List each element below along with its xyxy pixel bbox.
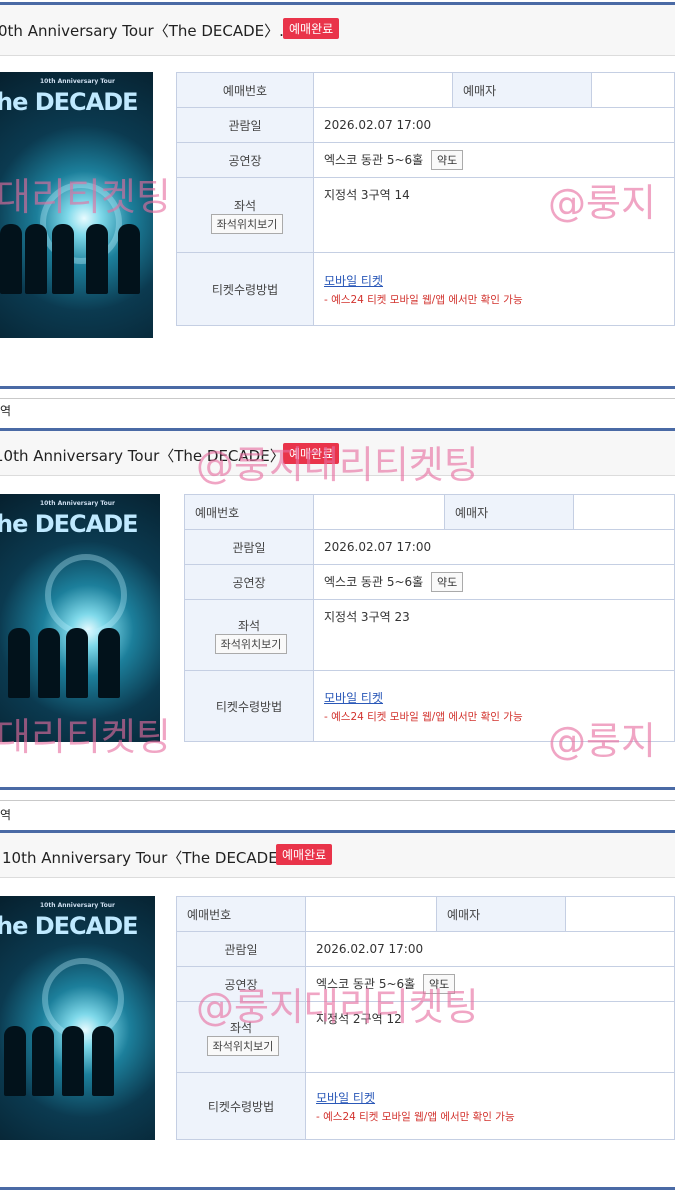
seat-position-button[interactable]: 좌석위치보기 — [214, 633, 288, 654]
receive-label: 티켓수령방법 — [176, 1072, 306, 1140]
venue-value: 엑스코 동관 5~6홀 — [324, 153, 424, 167]
receive-cell: 모바일 티켓 - 예스24 티켓 모바일 웹/앱 에서만 확인 가능 — [313, 252, 675, 326]
date-label: 관람일 — [176, 931, 306, 967]
seat-label-cell: 좌석 좌석위치보기 — [176, 177, 314, 253]
status-badge: 예매완료 — [276, 844, 333, 865]
ticket-header: 0th Anniversary Tour〈The DECADE〉.. 예매완료 — [0, 5, 675, 56]
concert-title[interactable]: 10th Anniversary Tour〈The DECADE〉.. — [2, 847, 302, 868]
booking-number-value — [313, 72, 453, 108]
concert-title[interactable]: 0th Anniversary Tour〈The DECADE〉.. — [0, 20, 289, 41]
watermark-text: 대리티켓팅 — [0, 175, 171, 219]
section-bottom-bar — [0, 787, 675, 790]
booker-value — [591, 72, 675, 108]
date-value: 2026.02.07 17:00 — [313, 107, 675, 143]
section-bottom-bar — [0, 1187, 675, 1190]
mobile-ticket-link[interactable]: 모바일 티켓 — [316, 1089, 664, 1106]
receive-note: - 예스24 티켓 모바일 웹/앱 에서만 확인 가능 — [316, 1110, 515, 1123]
booker-label: 예매자 — [436, 896, 566, 932]
receive-cell: 모바일 티켓 - 예스24 티켓 모바일 웹/앱 에서만 확인 가능 — [305, 1072, 675, 1140]
section-bottom-bar — [0, 386, 675, 389]
booker-value — [573, 494, 675, 530]
watermark-text: 대리티켓팅 — [0, 715, 171, 759]
venue-value: 엑스코 동관 5~6홀 — [324, 575, 424, 589]
seat-position-button[interactable]: 좌석위치보기 — [210, 213, 284, 234]
date-value: 2026.02.07 17:00 — [313, 529, 675, 565]
watermark-text: @룽지대리티켓팅 — [196, 985, 479, 1029]
seat-position-button[interactable]: 좌석위치보기 — [206, 1035, 280, 1056]
booking-number-label: 예매번호 — [176, 72, 314, 108]
booker-label: 예매자 — [444, 494, 574, 530]
concert-poster[interactable]: 10th Anniversary Tour he DECADE — [0, 494, 160, 742]
seat-value: 지정석 3구역 23 — [313, 599, 675, 671]
ticket-info-table: 예매번호 예매자 관람일 2026.02.07 17:00 공연장 엑스코 동관… — [184, 494, 675, 742]
date-label: 관람일 — [184, 529, 314, 565]
section-label: 역 — [0, 404, 12, 418]
venue-label: 공연장 — [184, 564, 314, 600]
map-button[interactable]: 약도 — [431, 572, 464, 592]
booking-number-label: 예매번호 — [184, 494, 314, 530]
date-value: 2026.02.07 17:00 — [305, 931, 675, 967]
section-label: 역 — [0, 808, 12, 822]
watermark-text: @룽지 — [548, 181, 656, 225]
date-label: 관람일 — [176, 107, 314, 143]
mobile-ticket-link[interactable]: 모바일 티켓 — [324, 689, 664, 706]
mobile-ticket-link[interactable]: 모바일 티켓 — [324, 272, 664, 289]
booker-value — [565, 896, 675, 932]
booker-label: 예매자 — [452, 72, 592, 108]
ticket-header: 10th Anniversary Tour〈The DECADE〉.. 예매완료 — [0, 833, 675, 878]
seat-label: 좌석 — [237, 618, 261, 633]
concert-poster[interactable]: 10th Anniversary Tour he DECADE — [0, 896, 155, 1140]
venue-cell: 엑스코 동관 5~6홀 약도 — [313, 564, 675, 600]
seat-label: 좌석 — [233, 198, 257, 213]
booking-number-value — [305, 896, 437, 932]
watermark-text: @룽지 — [548, 719, 656, 763]
seat-label-cell: 좌석 좌석위치보기 — [184, 599, 314, 671]
venue-label: 공연장 — [176, 142, 314, 178]
watermark-text: @룽지대리티켓팅 — [196, 443, 479, 487]
status-badge: 예매완료 — [283, 18, 340, 39]
map-button[interactable]: 약도 — [431, 150, 464, 170]
receive-note: - 예스24 티켓 모바일 웹/앱 에서만 확인 가능 — [324, 293, 523, 306]
booking-number-value — [313, 494, 445, 530]
booking-number-label: 예매번호 — [176, 896, 306, 932]
receive-label: 티켓수령방법 — [184, 670, 314, 742]
receive-label: 티켓수령방법 — [176, 252, 314, 326]
